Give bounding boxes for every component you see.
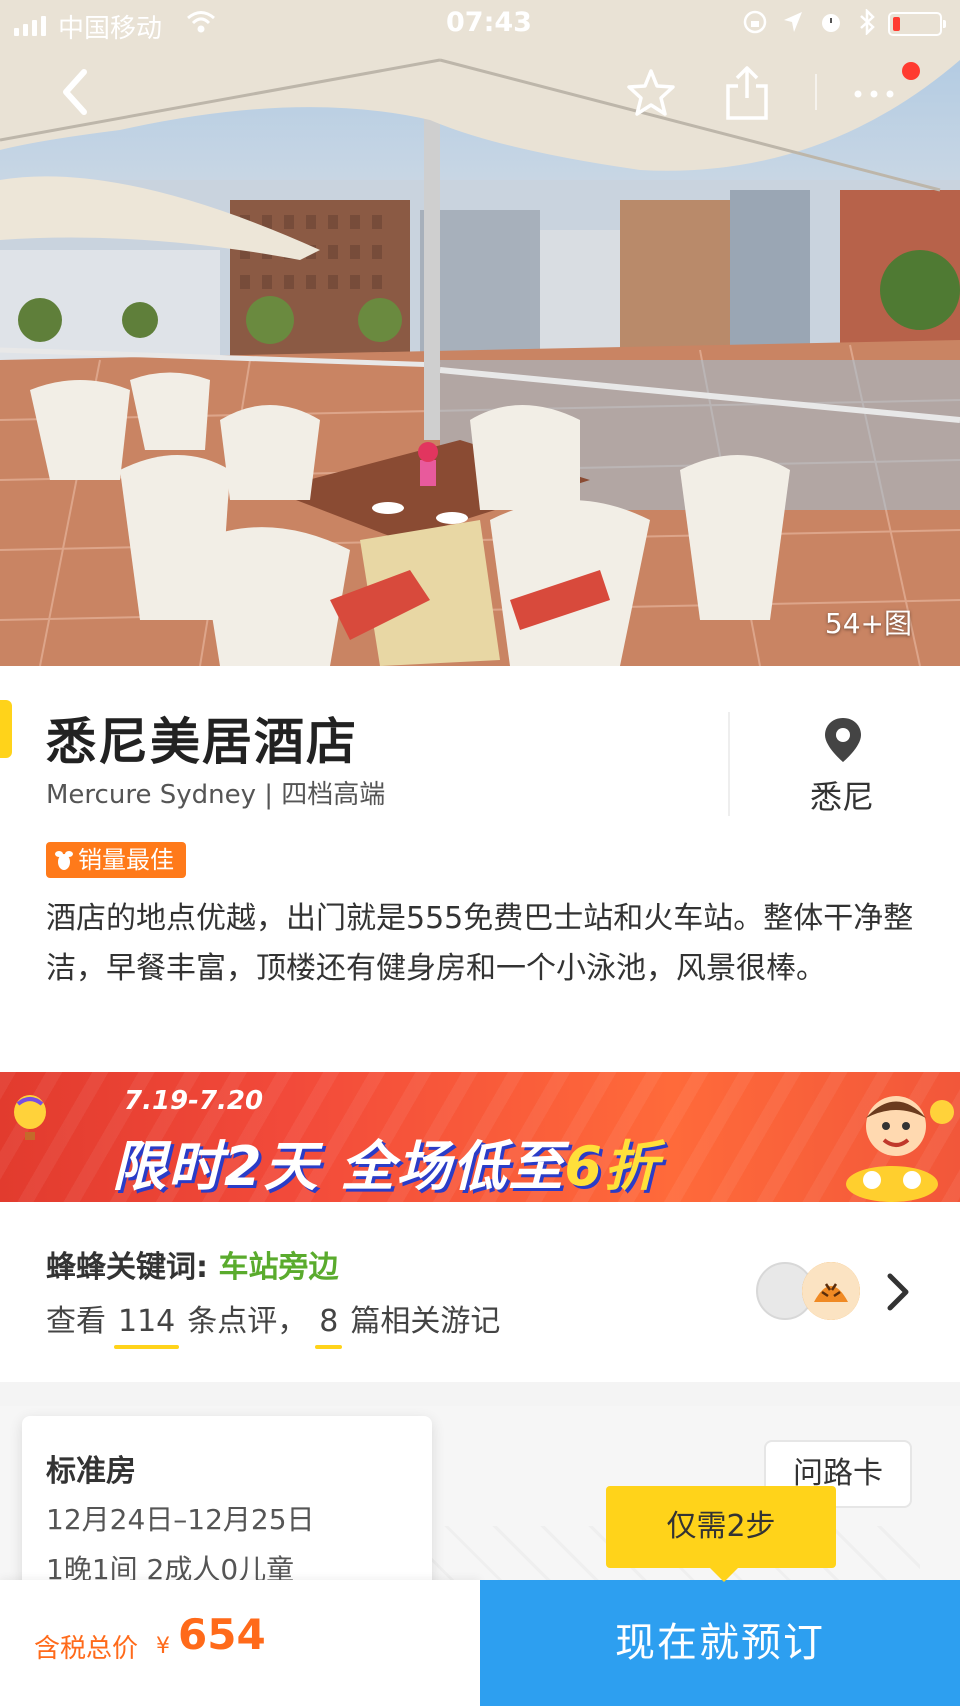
section-divider [0,1382,960,1406]
review-excerpt: 酒店的地点优越，出门就是555免费巴士站和火车站。整体干净整洁，早餐丰富，顶楼还… [46,901,914,986]
notification-dot [902,62,920,80]
location-divider [728,712,730,816]
keyword-value: 车站旁边 [218,1250,339,1285]
reviewer-avatars [756,1262,866,1322]
bee-icon [55,851,73,870]
location-city[interactable]: 悉尼 [810,772,874,818]
steps-tooltip: 仅需2步 [606,1486,836,1582]
room-type: 标准房 [46,1454,136,1489]
carrier-name: 中国移动 [58,14,163,44]
signal-icon [14,16,46,36]
status-bar: 中国移动 07:43 [0,0,960,48]
cartoon-character-icon [846,1096,954,1202]
travelogue-count: 8 [307,1304,350,1349]
price-label: 含税总价 [34,1634,139,1664]
review-counts[interactable]: 查看 114 条点评， 8 篇相关游记 [46,1296,500,1349]
alarm-icon [822,14,840,32]
star-icon[interactable] [624,66,678,120]
room-summary-card[interactable]: 标准房 12月24日–12月25日 1晚1间 2成人0儿童 [22,1416,432,1596]
location-pin-icon[interactable] [821,716,865,764]
booking-bar: 含税总价 ¥ 654 现在就预订 [0,1580,960,1706]
promo-banner[interactable]: 7.19-7.20 限时2天 全场低至6折 [0,1072,960,1202]
top-navigation [0,56,960,136]
price-panel: 含税总价 ¥ 654 [0,1580,480,1706]
currency-symbol: ¥ [156,1634,170,1659]
chevron-right-icon[interactable] [882,1270,912,1314]
title-accent-bar [0,700,12,758]
wifi-icon [187,11,215,33]
chevron-left-icon[interactable] [50,62,100,122]
rotation-lock-icon [743,10,767,34]
location-arrow-icon [784,12,802,32]
total-price: 654 [178,1610,266,1659]
hotel-subtitle: Mercure Sydney | 四档高端 [46,780,386,810]
stay-dates: 12月24日–12月25日 [46,1503,315,1536]
more-icon[interactable] [848,74,908,114]
review-count: 114 [106,1304,187,1349]
status-time: 07:43 [446,7,532,38]
share-icon[interactable] [720,64,774,122]
best-seller-badge: 销量最佳 [46,842,186,878]
promo-headline: 限时2天 全场低至6折 [112,1135,660,1198]
bluetooth-icon [860,9,875,35]
keyword-label: 蜂蜂关键词: [46,1250,208,1285]
battery-icon [888,12,946,36]
nav-divider [815,74,817,110]
balloon-icon [14,1095,46,1140]
tiger-avatar-icon [802,1262,860,1320]
hotel-name: 悉尼美居酒店 [46,713,358,771]
photo-count[interactable]: 54+图 [825,602,912,642]
book-now-button[interactable]: 现在就预订 [480,1580,960,1706]
promo-dates: 7.19-7.20 [124,1086,264,1116]
hotel-photo[interactable]: 中国移动 07:43 54+图 [0,0,960,666]
keyword-row: 蜂蜂关键词: 车站旁边 [46,1242,338,1286]
badge-label: 销量最佳 [78,846,174,874]
avatar [802,1262,860,1320]
